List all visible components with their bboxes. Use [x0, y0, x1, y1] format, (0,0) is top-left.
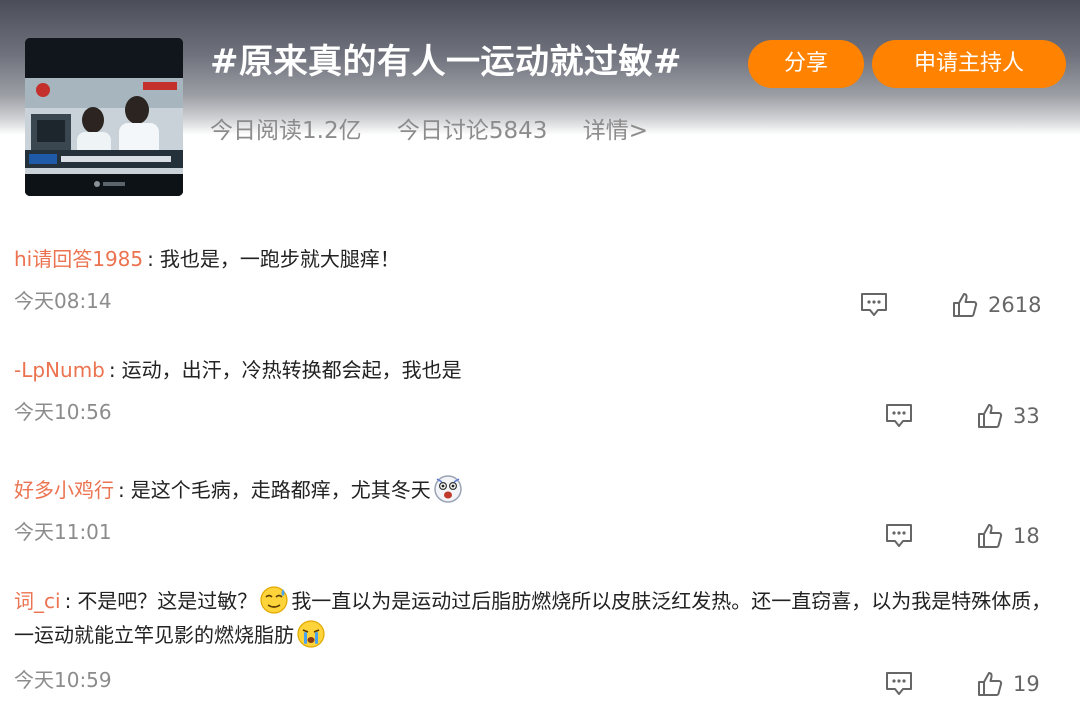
comment-time: 今天08:14 [14, 289, 112, 313]
reply-button[interactable] [859, 291, 889, 319]
like-button[interactable]: 33 [977, 402, 1040, 430]
comment-text: 是这个毛病，走路都痒，尤其冬天 [130, 478, 431, 502]
topic-cover-image[interactable] [25, 38, 183, 196]
reply-button[interactable] [884, 522, 914, 550]
like-button[interactable]: 2618 [952, 291, 1041, 319]
shocked-face-emoji [434, 475, 462, 503]
topic-title: #原来真的有人一运动就过敏# [210, 42, 682, 82]
daily-reads: 今日阅读1.2亿 [210, 118, 362, 144]
comment-colon: : [118, 478, 125, 502]
comment-username[interactable]: hi请回答1985 [14, 247, 143, 271]
thumbs-up-icon [978, 404, 1003, 428]
comment-body: -LpNumb: 运动，出汗，冷热转换都会起，我也是 [14, 353, 1054, 387]
sweat-face-emoji [260, 586, 288, 614]
comment-body: hi请回答1985: 我也是，一跑步就大腿痒！ [14, 242, 1054, 276]
topic-header: #原来真的有人一运动就过敏# 分享 申请主持人 今日阅读1.2亿 今日讨论584… [0, 0, 1080, 205]
crying-face-emoji [297, 620, 325, 648]
topic-stats: 今日阅读1.2亿 今日讨论5843 详情> [210, 113, 676, 149]
like-count: 18 [1013, 524, 1040, 548]
like-button[interactable]: 19 [977, 670, 1040, 698]
comment-body: 好多小鸡行: 是这个毛病，走路都痒，尤其冬天 [14, 473, 1054, 507]
like-button[interactable]: 18 [977, 522, 1040, 550]
reply-button[interactable] [884, 670, 914, 698]
comment-text: 运动，出汗，冷热转换都会起，我也是 [121, 358, 462, 382]
reply-button[interactable] [884, 402, 914, 430]
comment-username[interactable]: 好多小鸡行 [14, 478, 114, 502]
comment-time: 今天10:56 [14, 400, 112, 424]
comment-colon: : [147, 247, 154, 271]
comment-colon: : [108, 358, 116, 382]
details-link[interactable]: 详情> [583, 118, 648, 144]
daily-discussions: 今日讨论5843 [396, 118, 548, 144]
comment-bubble-icon [886, 524, 912, 547]
cover-video-thumbnail [25, 38, 183, 196]
comment-username[interactable]: 词_ci [14, 589, 61, 613]
thumbs-up-icon [953, 293, 978, 317]
comment-body: 词_ci: 不是吧？这是过敏？ 我一直以为是运动过后脂肪燃烧所以皮肤泛红发热。还一… [14, 584, 1054, 652]
thumbs-up-icon [978, 672, 1003, 696]
comment-bubble-icon [886, 672, 912, 695]
like-count: 33 [1013, 404, 1040, 428]
comment-username[interactable]: -LpNumb [14, 358, 105, 382]
like-count: 19 [1013, 672, 1040, 696]
comment-bubble-icon [861, 293, 887, 316]
comment-bubble-icon [886, 404, 912, 427]
comment-colon: : [64, 589, 72, 613]
apply-host-button[interactable]: 申请主持人 [872, 40, 1066, 88]
share-button[interactable]: 分享 [748, 40, 864, 88]
comment-time: 今天11:01 [14, 520, 112, 544]
like-count: 2618 [988, 293, 1042, 317]
thumbs-up-icon [978, 524, 1003, 548]
comment-text-part1: 不是吧？这是过敏？ [77, 589, 258, 613]
comment-text: 我也是，一跑步就大腿痒！ [159, 247, 400, 271]
comment-time: 今天10:59 [14, 668, 112, 692]
